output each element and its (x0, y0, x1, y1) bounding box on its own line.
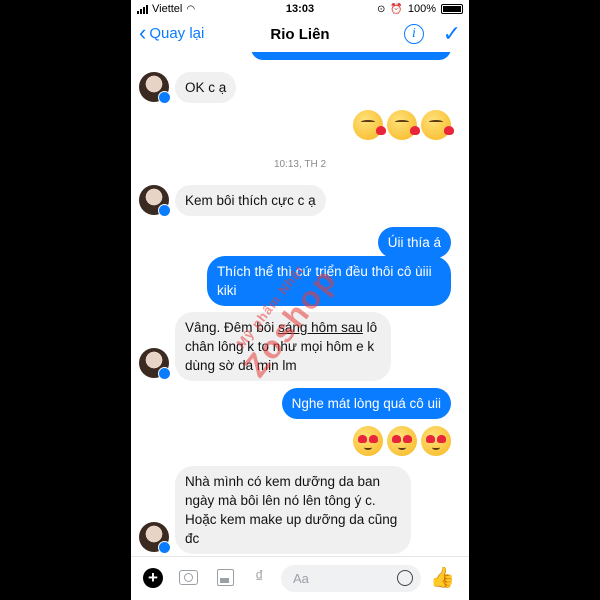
plus-icon[interactable]: + (143, 568, 163, 588)
message-incoming[interactable]: OK c ạ (175, 72, 237, 103)
message-text: Vâng. Đêm bôi (185, 320, 279, 335)
phone-screen: Viettel ◠ 13:03 ⊙ ⏰ 100% ‹ Quay lại Rio … (131, 0, 469, 600)
heart-eyes-emoji-icon (387, 426, 417, 456)
message-incoming[interactable]: Kem bôi thích cực c ạ (175, 185, 326, 216)
image-icon[interactable] (217, 569, 234, 586)
composer-bar: + ₫ Aa 👍 (131, 556, 469, 600)
battery-icon (441, 4, 463, 14)
avatar[interactable] (139, 522, 171, 554)
emoji-row-kiss[interactable] (353, 110, 454, 140)
kiss-emoji-icon (387, 110, 420, 140)
message-input-placeholder: Aa (293, 571, 309, 586)
alarm-icon: ⏰ (390, 3, 403, 15)
chat-thread[interactable]: OK c ạ 10:13, TH 2 Kem bôi thích cực c ạ… (131, 52, 469, 556)
smiley-icon[interactable] (397, 570, 413, 586)
avatar[interactable] (139, 185, 171, 217)
heart-eyes-emoji-icon (353, 426, 383, 456)
status-right: ⊙ ⏰ 100% (377, 3, 463, 15)
info-icon[interactable]: i (404, 24, 424, 44)
check-icon[interactable]: ✓ (443, 21, 461, 47)
message-input[interactable]: Aa (281, 565, 421, 592)
avatar[interactable] (139, 348, 171, 380)
message-outgoing[interactable]: Nghe mát lòng quá cô uii (281, 388, 451, 419)
money-icon[interactable]: ₫ (255, 567, 264, 587)
nav-bar: ‹ Quay lại Rio Liên i ✓ (131, 18, 469, 52)
avatar[interactable] (139, 72, 171, 104)
message-outgoing[interactable]: Úii thía á (377, 227, 451, 258)
message-incoming[interactable]: Vâng. Đêm bôi sáng hôm sau lô chân lông … (175, 312, 391, 381)
message-incoming[interactable]: Nhà mình có kem dưỡng da ban ngày mà bôi… (175, 466, 411, 554)
battery-percent: 100% (407, 3, 436, 15)
kiss-emoji-icon (421, 110, 454, 140)
camera-icon[interactable] (179, 570, 198, 585)
status-bar: Viettel ◠ 13:03 ⊙ ⏰ 100% (131, 0, 469, 18)
message-outgoing[interactable]: Thích thể thì cứ triển đều thôi cô ùiii … (207, 256, 451, 306)
emoji-row-love[interactable] (353, 426, 451, 456)
timestamp: 10:13, TH 2 (273, 159, 327, 170)
like-icon[interactable]: 👍 (430, 565, 455, 590)
lock-rotation-icon: ⊙ (377, 3, 386, 15)
kiss-emoji-icon (353, 110, 386, 140)
message-text-underlined: sáng hôm sau (278, 320, 363, 335)
message-outgoing-clipped[interactable] (251, 52, 451, 60)
heart-eyes-emoji-icon (421, 426, 451, 456)
